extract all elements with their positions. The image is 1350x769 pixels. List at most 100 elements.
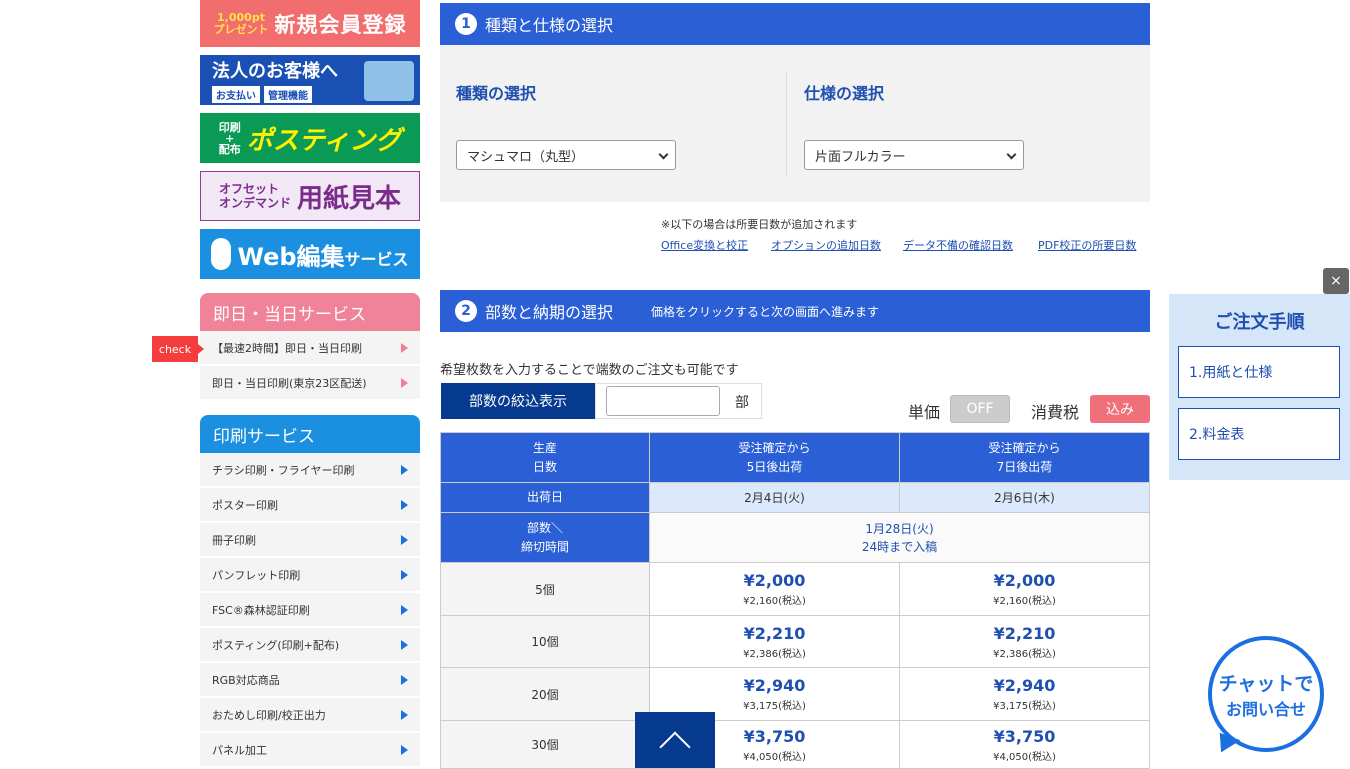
- quantity-cell: 20個: [440, 667, 650, 721]
- spec-select[interactable]: 片面フルカラー: [804, 140, 1024, 170]
- ship-date-col1: 2月4日(火): [649, 482, 900, 513]
- menu-item-panel[interactable]: パネル加工: [200, 733, 420, 767]
- price-cell[interactable]: ¥2,210 ¥2,386(税込): [649, 615, 900, 668]
- menu-item-poster[interactable]: ポスター印刷: [200, 488, 420, 522]
- section1-title: 種類と仕様の選択: [485, 16, 614, 35]
- menu-item-label: チラシ印刷・フライヤー印刷: [212, 463, 355, 477]
- menu-item-rgb[interactable]: RGB対応商品: [200, 663, 420, 697]
- close-icon[interactable]: ×: [1323, 268, 1349, 294]
- table-row: 5個 ¥2,000 ¥2,160(税込) ¥2,000 ¥2,160(税込): [440, 562, 1150, 616]
- unit-price-toggle[interactable]: OFF: [950, 395, 1010, 423]
- step-number-badge: 2: [455, 300, 477, 322]
- web-edit-banner[interactable]: Web編集サービス: [200, 229, 420, 279]
- type-select-value: マシュマロ（丸型）: [467, 149, 585, 165]
- menu-item-label: FSC®森林認証印刷: [212, 603, 310, 617]
- header-col1: 受注確定から 5日後出荷: [649, 432, 900, 483]
- menu-item-label: ポスター印刷: [212, 498, 278, 512]
- quantity-unit: 部: [735, 395, 749, 411]
- table-row: 30個 ¥3,750 ¥4,050(税込) ¥3,750 ¥4,050(税込): [440, 720, 1150, 769]
- menu-item-same-day-fastest[interactable]: 【最速2時間】即日・当日印刷: [200, 331, 420, 365]
- divider: [786, 72, 787, 176]
- section2-title: 部数と納期の選択: [485, 303, 614, 322]
- paper-sample-banner[interactable]: オフセット オンデマンド 用紙見本: [200, 171, 420, 221]
- chat-label-2: お問い合せ: [1225, 699, 1306, 719]
- paper-label: 用紙見本: [297, 183, 402, 214]
- corporate-banner[interactable]: 法人のお客様へ お支払い 管理機能: [200, 55, 420, 105]
- price-cell[interactable]: ¥3,750 ¥4,050(税込): [899, 720, 1150, 769]
- chevron-right-icon: [401, 745, 408, 755]
- header-production-days: 生産 日数: [440, 432, 650, 483]
- chat-button[interactable]: チャットで お問い合せ: [1208, 636, 1324, 752]
- order-step-paper[interactable]: 1.用紙と仕様: [1178, 346, 1340, 398]
- header-col2: 受注確定から 7日後出荷: [899, 432, 1150, 483]
- section1-header: 1 種類と仕様の選択: [440, 3, 1150, 45]
- link-office-conversion[interactable]: Office変換と校正: [661, 237, 748, 253]
- menu-item-same-day-tokyo[interactable]: 即日・当日印刷(東京23区配送): [200, 366, 420, 400]
- quantity-cell: 10個: [440, 615, 650, 668]
- table-row: 10個 ¥2,210 ¥2,386(税込) ¥2,210 ¥2,386(税込): [440, 615, 1150, 668]
- posting-small-label: 印刷 + 配布: [218, 120, 241, 156]
- menu-item-label: RGB対応商品: [212, 673, 280, 687]
- chevron-up-icon: [659, 731, 691, 763]
- menu-item-posting[interactable]: ポスティング(印刷+配布): [200, 628, 420, 662]
- chevron-right-icon: [401, 343, 408, 353]
- menu-item-fsc[interactable]: FSC®森林認証印刷: [200, 593, 420, 627]
- ship-date-col2: 2月6日(木): [899, 482, 1150, 513]
- quantity-input[interactable]: [606, 386, 720, 416]
- chevron-right-icon: [401, 675, 408, 685]
- menu-item-label: パネル加工: [212, 743, 267, 757]
- link-data-check-days[interactable]: データ不備の確認日数: [903, 237, 1013, 253]
- section2-header: 2 部数と納期の選択 価格をクリックすると次の画面へ進みます: [440, 290, 1150, 332]
- spec-selection-panel: [440, 45, 1150, 202]
- tax-label: 消費税: [1031, 403, 1080, 422]
- menu-item-label: パンフレット印刷: [212, 568, 301, 582]
- order-step-price[interactable]: 2.料金表: [1178, 408, 1340, 460]
- posting-banner[interactable]: 印刷 + 配布 ポスティング: [200, 113, 420, 163]
- price-cell[interactable]: ¥2,940 ¥3,175(税込): [899, 667, 1150, 721]
- corporate-label: 法人のお客様へ: [212, 61, 338, 82]
- price-cell[interactable]: ¥2,210 ¥2,386(税込): [899, 615, 1150, 668]
- chevron-right-icon: [401, 378, 408, 388]
- menu-item-label: 冊子印刷: [212, 533, 256, 547]
- menu-item-label: 即日・当日印刷(東京23区配送): [212, 376, 367, 390]
- quantity-cell: 5個: [440, 562, 650, 616]
- chevron-right-icon: [401, 640, 408, 650]
- posting-label: ポスティング: [246, 125, 402, 156]
- chevron-right-icon: [401, 605, 408, 615]
- ship-date-label: 出荷日: [440, 482, 650, 513]
- price-cell[interactable]: ¥2,000 ¥2,160(税込): [899, 562, 1150, 616]
- spec-title: 仕様の選択: [804, 84, 885, 103]
- link-pdf-proof-days[interactable]: PDF校正の所要日数: [1038, 237, 1136, 253]
- link-option-days[interactable]: オプションの追加日数: [771, 237, 881, 253]
- menu-item-label: 【最速2時間】即日・当日印刷: [212, 341, 362, 355]
- spec-select-value: 片面フルカラー: [815, 149, 906, 165]
- same-day-menu-title: 即日・当日サービス: [200, 293, 420, 331]
- signup-label: 新規会員登録: [274, 12, 407, 37]
- section2-note: 価格をクリックすると次の画面へ進みます: [651, 304, 880, 319]
- mouse-icon: [211, 238, 232, 270]
- cutoff-time: 1月28日(火) 24時まで入稿: [649, 512, 1150, 563]
- scroll-to-top-button[interactable]: [635, 712, 715, 768]
- chevron-right-icon: [401, 500, 408, 510]
- signup-banner[interactable]: 1,000pt プレゼント 新規会員登録: [200, 0, 420, 47]
- print-service-menu-title: 印刷サービス: [200, 415, 420, 453]
- menu-item-label: ポスティング(印刷+配布): [212, 638, 340, 652]
- chevron-right-icon: [401, 710, 408, 720]
- filter-quantity-button[interactable]: 部数の絞込表示: [441, 383, 595, 419]
- price-cell[interactable]: ¥2,000 ¥2,160(税込): [649, 562, 900, 616]
- chevron-right-icon: [401, 465, 408, 475]
- step-number-badge: 1: [455, 13, 477, 35]
- menu-item-flyer[interactable]: チラシ印刷・フライヤー印刷: [200, 453, 420, 487]
- paper-small-label: オフセット オンデマンド: [218, 182, 291, 210]
- corporate-tag-payment: お支払い: [212, 86, 260, 103]
- unit-price-label: 単価: [908, 403, 941, 422]
- menu-item-pamphlet[interactable]: パンフレット印刷: [200, 558, 420, 592]
- chevron-right-icon: [401, 535, 408, 545]
- menu-item-trial[interactable]: おためし印刷/校正出力: [200, 698, 420, 732]
- price-table: 生産 日数 受注確定から 5日後出荷 受注確定から 7日後出荷 出荷日 2月4日…: [440, 432, 1150, 769]
- menu-item-label: おためし印刷/校正出力: [212, 708, 326, 722]
- tax-toggle[interactable]: 込み: [1090, 395, 1150, 423]
- quantity-cell: 30個: [440, 720, 650, 769]
- menu-item-booklet[interactable]: 冊子印刷: [200, 523, 420, 557]
- type-select[interactable]: マシュマロ（丸型）: [456, 140, 676, 170]
